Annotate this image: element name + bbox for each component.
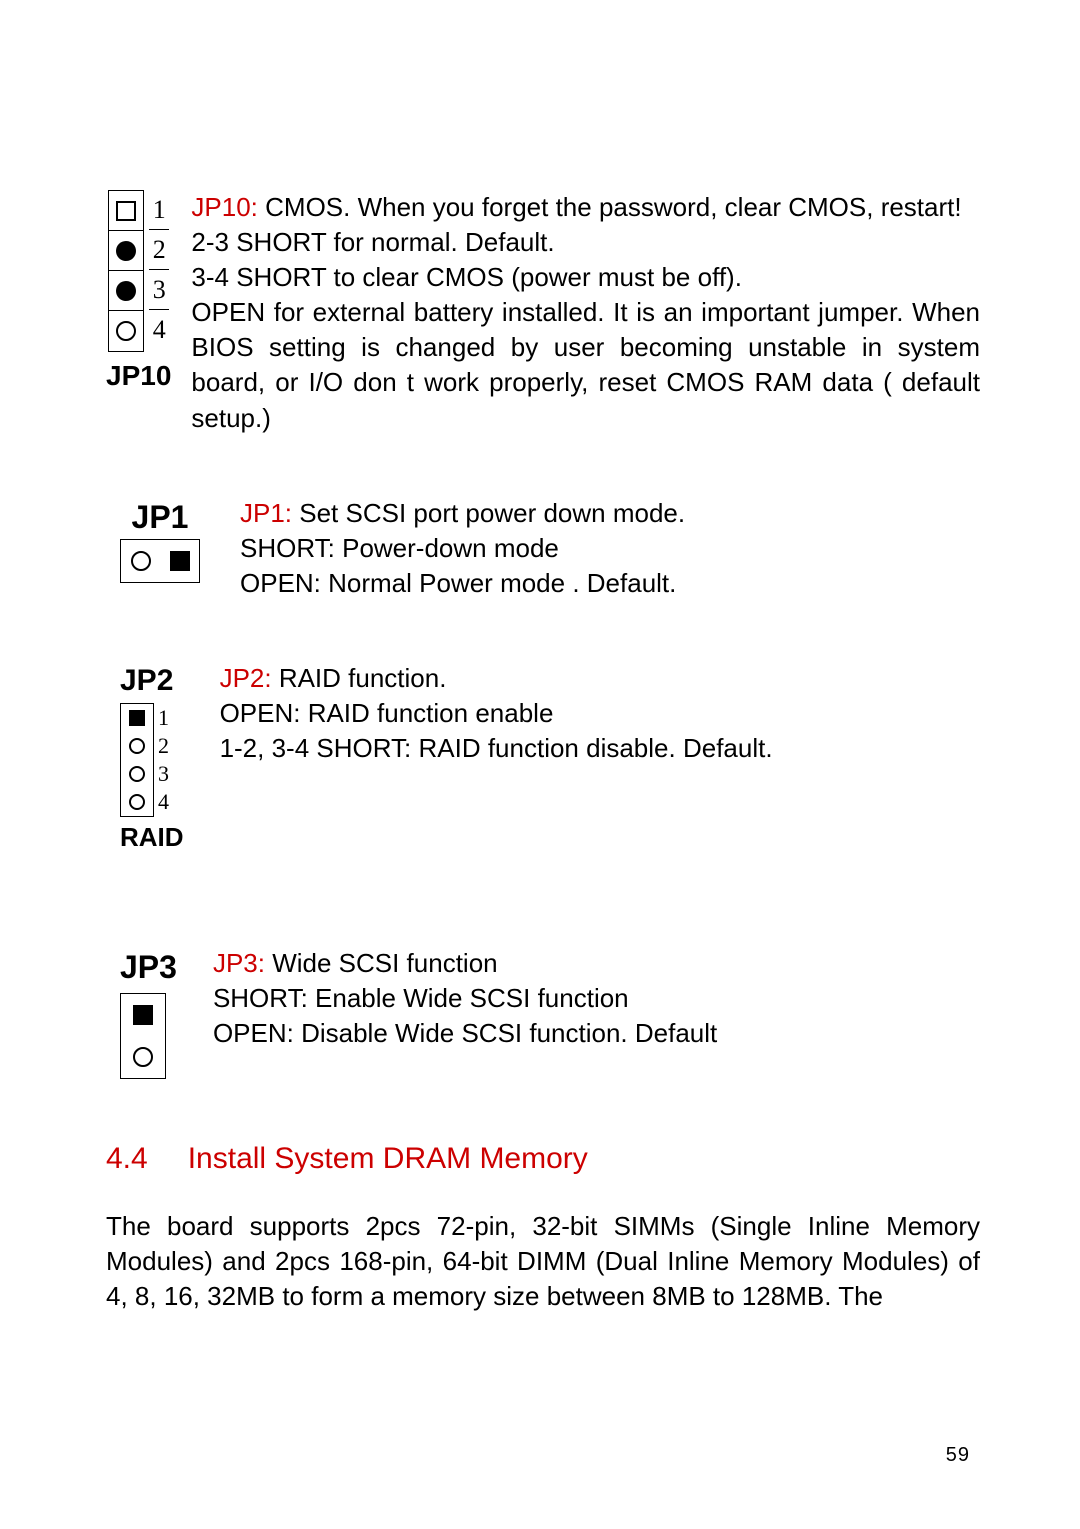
page-number: 59 <box>946 1442 970 1469</box>
jp3-text: JP3: Wide SCSI function SHORT: Enable Wi… <box>213 946 980 1051</box>
jp2-label: JP2 <box>120 661 173 702</box>
jp2-line2: OPEN: RAID function enable <box>220 696 980 731</box>
section-number: 4.4 <box>106 1142 148 1175</box>
jp10-pins: 1 2 3 4 <box>108 190 169 352</box>
jp2-title-red: JP2: <box>220 663 272 693</box>
jp1-pin1-icon <box>131 551 151 571</box>
jp10-line4: OPEN for external battery installed. It … <box>191 295 980 435</box>
jp1-block: JP1 JP1: Set SCSI port power down mode. … <box>120 496 980 601</box>
jp10-pin1-icon <box>116 201 136 221</box>
jp10-pin-label: 4 <box>149 310 169 350</box>
jp1-title-rest: Set SCSI port power down mode. <box>292 498 685 528</box>
jp2-title-rest: RAID function. <box>272 663 447 693</box>
jp1-line3: OPEN: Normal Power mode . Default. <box>240 566 980 601</box>
jp2-pin1-icon <box>129 710 145 726</box>
jp2-raid-label: RAID <box>120 820 184 855</box>
jp10-line3: 3-4 SHORT to clear CMOS (power must be o… <box>191 260 980 295</box>
jp1-diagram: JP1 <box>120 496 200 583</box>
jp3-title-red: JP3: <box>213 948 265 978</box>
jp10-pin2-icon <box>116 241 136 261</box>
jp1-title-red: JP1: <box>240 498 292 528</box>
jp3-line2: SHORT: Enable Wide SCSI function <box>213 981 980 1016</box>
jp2-diagram: JP2 1 2 3 4 RAID <box>120 661 184 856</box>
jp10-pin3-icon <box>116 281 136 301</box>
jp1-text: JP1: Set SCSI port power down mode. SHOR… <box>240 496 980 601</box>
jp10-title-red: JP10: <box>191 192 258 222</box>
jp3-label: JP3 <box>120 946 177 989</box>
section-paragraph: The board supports 2pcs 72-pin, 32-bit S… <box>106 1209 980 1314</box>
jp2-pin2-icon <box>129 738 145 754</box>
jp2-pin-label: 4 <box>158 787 169 815</box>
jp3-title-rest: Wide SCSI function <box>265 948 498 978</box>
jp2-pin-label: 3 <box>158 759 169 787</box>
jp1-pin2-icon <box>170 551 190 571</box>
jp10-pin-label: 3 <box>149 270 169 310</box>
jp2-line3: 1-2, 3-4 SHORT: RAID function disable. D… <box>220 731 980 766</box>
jp3-block: JP3 JP3: Wide SCSI function SHORT: Enabl… <box>120 946 980 1079</box>
jp2-pin3-icon <box>129 766 145 782</box>
section-heading: 4.4 Install System DRAM Memory <box>106 1139 980 1180</box>
jp10-text: JP10: CMOS. When you forget the password… <box>191 190 980 436</box>
jp1-line2: SHORT: Power-down mode <box>240 531 980 566</box>
jp2-text: JP2: RAID function. OPEN: RAID function … <box>220 661 980 766</box>
jp10-pin4-icon <box>116 321 136 341</box>
jp10-line2: 2-3 SHORT for normal. Default. <box>191 225 980 260</box>
jp10-pin-label: 2 <box>149 230 169 270</box>
jp3-pin1-icon <box>133 1005 153 1025</box>
jp3-pin2-icon <box>133 1047 153 1067</box>
jp2-block: JP2 1 2 3 4 RAID JP2: RAID function. OPE… <box>120 661 980 856</box>
jp1-label: JP1 <box>132 496 189 539</box>
section-title: Install System DRAM Memory <box>188 1142 588 1175</box>
jp10-title-rest: CMOS. When you forget the password, clea… <box>258 192 962 222</box>
jp2-pin-label: 1 <box>158 703 169 731</box>
jp10-label: JP10 <box>106 357 171 395</box>
jp3-diagram: JP3 <box>120 946 177 1079</box>
jp3-line3: OPEN: Disable Wide SCSI function. Defaul… <box>213 1016 980 1051</box>
jp2-pin4-icon <box>129 794 145 810</box>
jp10-pin-label: 1 <box>149 190 169 230</box>
jp2-pin-label: 2 <box>158 731 169 759</box>
jp10-diagram: 1 2 3 4 JP10 <box>106 190 171 395</box>
jp10-block: 1 2 3 4 JP10 JP10: CMOS. When you forget… <box>106 190 980 436</box>
